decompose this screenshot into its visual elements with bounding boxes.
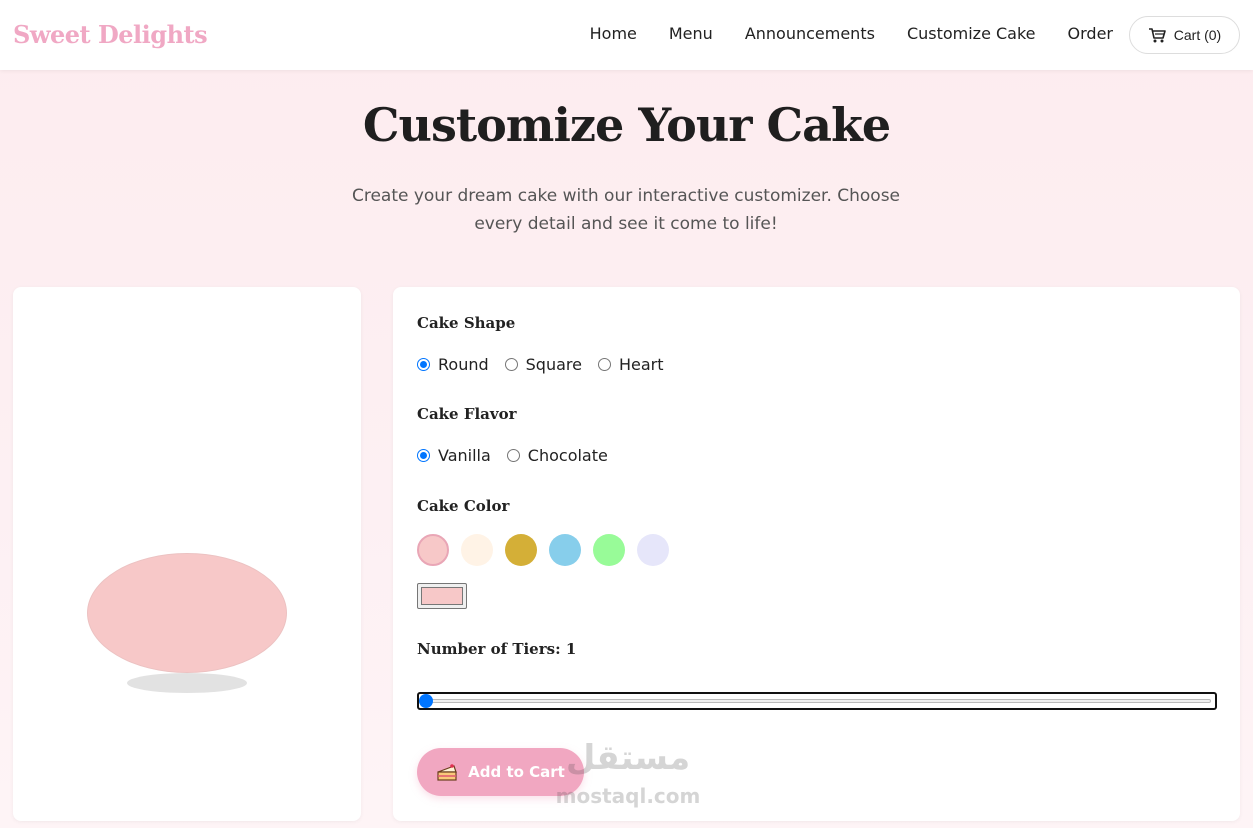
- color-swatch-pink[interactable]: [417, 534, 449, 566]
- custom-color-preview: [421, 587, 463, 605]
- shape-radio-round[interactable]: [417, 358, 430, 371]
- cart-icon: [1148, 28, 1166, 43]
- tiers-slider-track: [423, 699, 1211, 703]
- nav-link-announcements[interactable]: Announcements: [745, 24, 875, 43]
- flavor-option-label: Chocolate: [527, 446, 608, 465]
- customizer-options-panel: Cake Shape Round Square Heart Cake Flavo…: [393, 287, 1240, 821]
- cake-slice-icon: [437, 764, 457, 781]
- tiers-slider[interactable]: [417, 692, 1217, 710]
- brand-logo[interactable]: Sweet Delights: [13, 20, 208, 49]
- tiers-label: Number of Tiers: 1: [417, 640, 577, 658]
- cake-flavor-label: Cake Flavor: [417, 405, 517, 423]
- cake-preview: [87, 553, 287, 673]
- shape-option-label: Heart: [618, 355, 664, 374]
- flavor-option-chocolate[interactable]: Chocolate: [506, 446, 608, 465]
- nav-link-menu[interactable]: Menu: [669, 24, 713, 43]
- nav-link-order[interactable]: Order: [1068, 24, 1113, 43]
- cake-color-swatches: [417, 534, 681, 566]
- page-title: Customize Your Cake: [362, 98, 891, 152]
- shape-radio-square[interactable]: [504, 358, 518, 371]
- nav-link-home[interactable]: Home: [590, 24, 637, 43]
- color-swatch-gold[interactable]: [505, 534, 537, 566]
- add-to-cart-label: Add to Cart: [468, 763, 565, 781]
- flavor-option-label: Vanilla: [438, 446, 491, 465]
- cake-preview-panel: [13, 287, 361, 821]
- flavor-radio-chocolate[interactable]: [506, 449, 520, 462]
- color-swatch-light-green[interactable]: [593, 534, 625, 566]
- nav-link-customize-cake[interactable]: Customize Cake: [907, 24, 1036, 43]
- color-swatch-lavender[interactable]: [637, 534, 669, 566]
- flavor-radio-vanilla[interactable]: [417, 449, 430, 462]
- shape-radio-heart[interactable]: [597, 358, 611, 371]
- shape-option-square[interactable]: Square: [504, 355, 582, 374]
- color-swatch-sky-blue[interactable]: [549, 534, 581, 566]
- page-subtitle: Create your dream cake with our interact…: [351, 186, 901, 234]
- cake-flavor-options: Vanilla Chocolate: [417, 446, 624, 465]
- cart-button[interactable]: Cart (0): [1129, 16, 1240, 54]
- custom-color-picker[interactable]: [417, 583, 467, 609]
- cake-color-label: Cake Color: [417, 497, 510, 515]
- shape-option-round[interactable]: Round: [417, 355, 489, 374]
- tiers-slider-thumb[interactable]: [419, 694, 433, 708]
- color-swatch-cream[interactable]: [461, 534, 493, 566]
- cake-stand-shadow: [127, 673, 247, 693]
- cart-label: Cart (0): [1173, 27, 1222, 43]
- cake-shape-options: Round Square Heart: [417, 355, 679, 374]
- flavor-option-vanilla[interactable]: Vanilla: [417, 446, 491, 465]
- cake-shape-label: Cake Shape: [417, 314, 516, 332]
- nav-links: Home Menu Announcements Customize Cake O…: [558, 24, 1113, 43]
- add-to-cart-button[interactable]: Add to Cart: [417, 748, 584, 796]
- shape-option-label: Round: [438, 355, 489, 374]
- shape-option-label: Square: [525, 355, 582, 374]
- shape-option-heart[interactable]: Heart: [597, 355, 664, 374]
- navbar: Sweet Delights Home Menu Announcements C…: [0, 0, 1253, 70]
